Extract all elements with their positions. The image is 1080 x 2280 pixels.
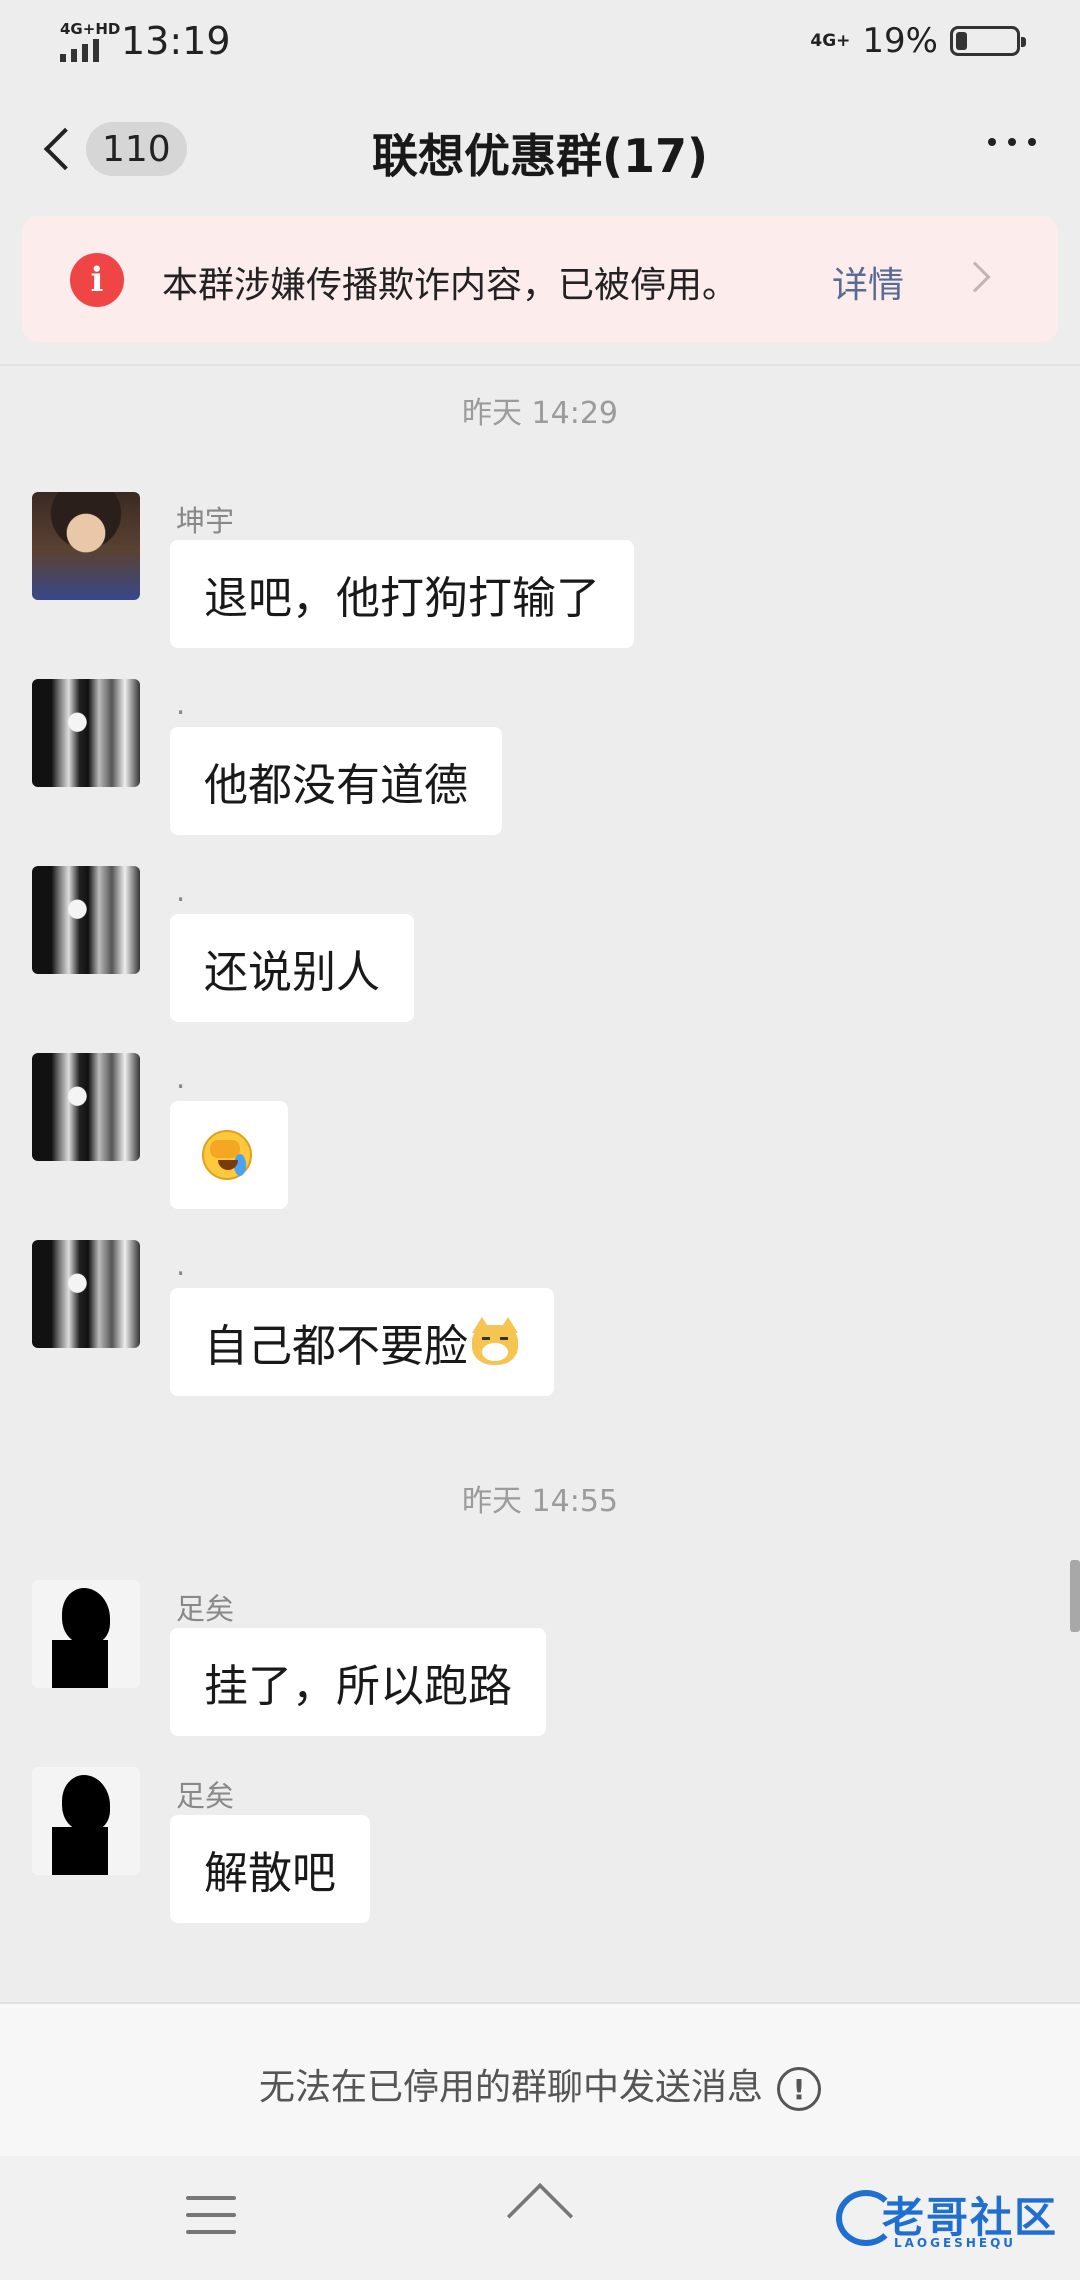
- sender-name: .: [176, 687, 186, 721]
- disabled-message: 无法在已停用的群聊中发送消息!: [0, 2058, 1080, 2111]
- status-bar: 4G+HD 13:19 4G+ 19%: [0, 0, 1080, 82]
- avatar[interactable]: [32, 1053, 140, 1161]
- message-bubble[interactable]: 还说别人: [170, 914, 414, 1022]
- avatar[interactable]: [32, 679, 140, 787]
- watermark-subtext: LAOGESHEQU: [894, 2236, 1017, 2250]
- avatar[interactable]: [32, 1767, 140, 1875]
- chat-title: 联想优惠群(17): [371, 129, 709, 183]
- sender-name: 足矣: [176, 1592, 235, 1626]
- disabled-message-text: 无法在已停用的群聊中发送消息: [258, 2067, 763, 2108]
- message-row: 足矣 挂了，所以跑路: [0, 1580, 1080, 1736]
- sender-name: .: [176, 874, 186, 908]
- info-icon[interactable]: !: [777, 2067, 821, 2111]
- scrollbar-thumb[interactable]: [1070, 1560, 1080, 1632]
- network-type-icon: 4G+: [810, 30, 851, 51]
- avatar[interactable]: [32, 492, 140, 600]
- timestamp-label: 昨天 14:55: [462, 1484, 618, 1519]
- message-bubble[interactable]: 他都没有道德: [170, 727, 502, 835]
- message-bubble[interactable]: 退吧，他打狗打输了: [170, 540, 634, 648]
- banner-text: 本群涉嫌传播欺诈内容，已被停用。: [162, 265, 739, 306]
- timestamp-label: 昨天 14:29: [462, 396, 618, 431]
- facepalm-cry-emoji-icon: [202, 1130, 252, 1180]
- battery-fill: [956, 32, 968, 50]
- sender-name: .: [176, 1248, 186, 1282]
- chevron-right-icon: [959, 261, 991, 293]
- signal-icon: [60, 36, 99, 62]
- network-type-label: 4G+HD: [60, 20, 121, 38]
- sender-name: 坤宇: [176, 504, 235, 538]
- avatar[interactable]: [32, 1580, 140, 1688]
- warning-info-icon: i: [70, 253, 124, 307]
- home-icon[interactable]: [506, 2182, 574, 2250]
- group-disabled-banner[interactable]: i 本群涉嫌传播欺诈内容，已被停用。 详情: [22, 216, 1058, 342]
- chat-header: 110 联想优惠群(17): [0, 82, 1080, 214]
- message-bubble[interactable]: 自己都不要脸: [170, 1288, 554, 1396]
- menu-icon[interactable]: [186, 2196, 236, 2247]
- sender-name: 足矣: [176, 1779, 235, 1813]
- disabled-input-bar: 无法在已停用的群聊中发送消息!: [0, 2002, 1080, 2156]
- message-text: 自己都不要脸: [204, 1321, 468, 1372]
- more-options-icon[interactable]: [988, 138, 1036, 146]
- avatar[interactable]: [32, 1240, 140, 1348]
- system-nav-bar: 老哥社区 LAOGESHEQU: [0, 2156, 1080, 2280]
- clock-time: 13:19: [121, 19, 231, 63]
- status-left: 4G+HD 13:19: [60, 19, 231, 63]
- sender-name: .: [176, 1061, 186, 1095]
- battery-icon: [950, 26, 1026, 56]
- message-bubble[interactable]: [170, 1101, 288, 1209]
- message-bubble[interactable]: 解散吧: [170, 1815, 370, 1923]
- divider: [0, 364, 1080, 366]
- watermark-logo: 老哥社区 LAOGESHEQU: [836, 2180, 1066, 2256]
- message-row: 足矣 解散吧: [0, 1767, 1080, 1923]
- status-right: 4G+ 19%: [810, 21, 1026, 61]
- avatar[interactable]: [32, 866, 140, 974]
- banner-detail-link[interactable]: 详情: [832, 256, 904, 308]
- dog-emoji-icon: [470, 1317, 520, 1367]
- message-bubble[interactable]: 挂了，所以跑路: [170, 1628, 546, 1736]
- battery-percent: 19%: [862, 21, 938, 61]
